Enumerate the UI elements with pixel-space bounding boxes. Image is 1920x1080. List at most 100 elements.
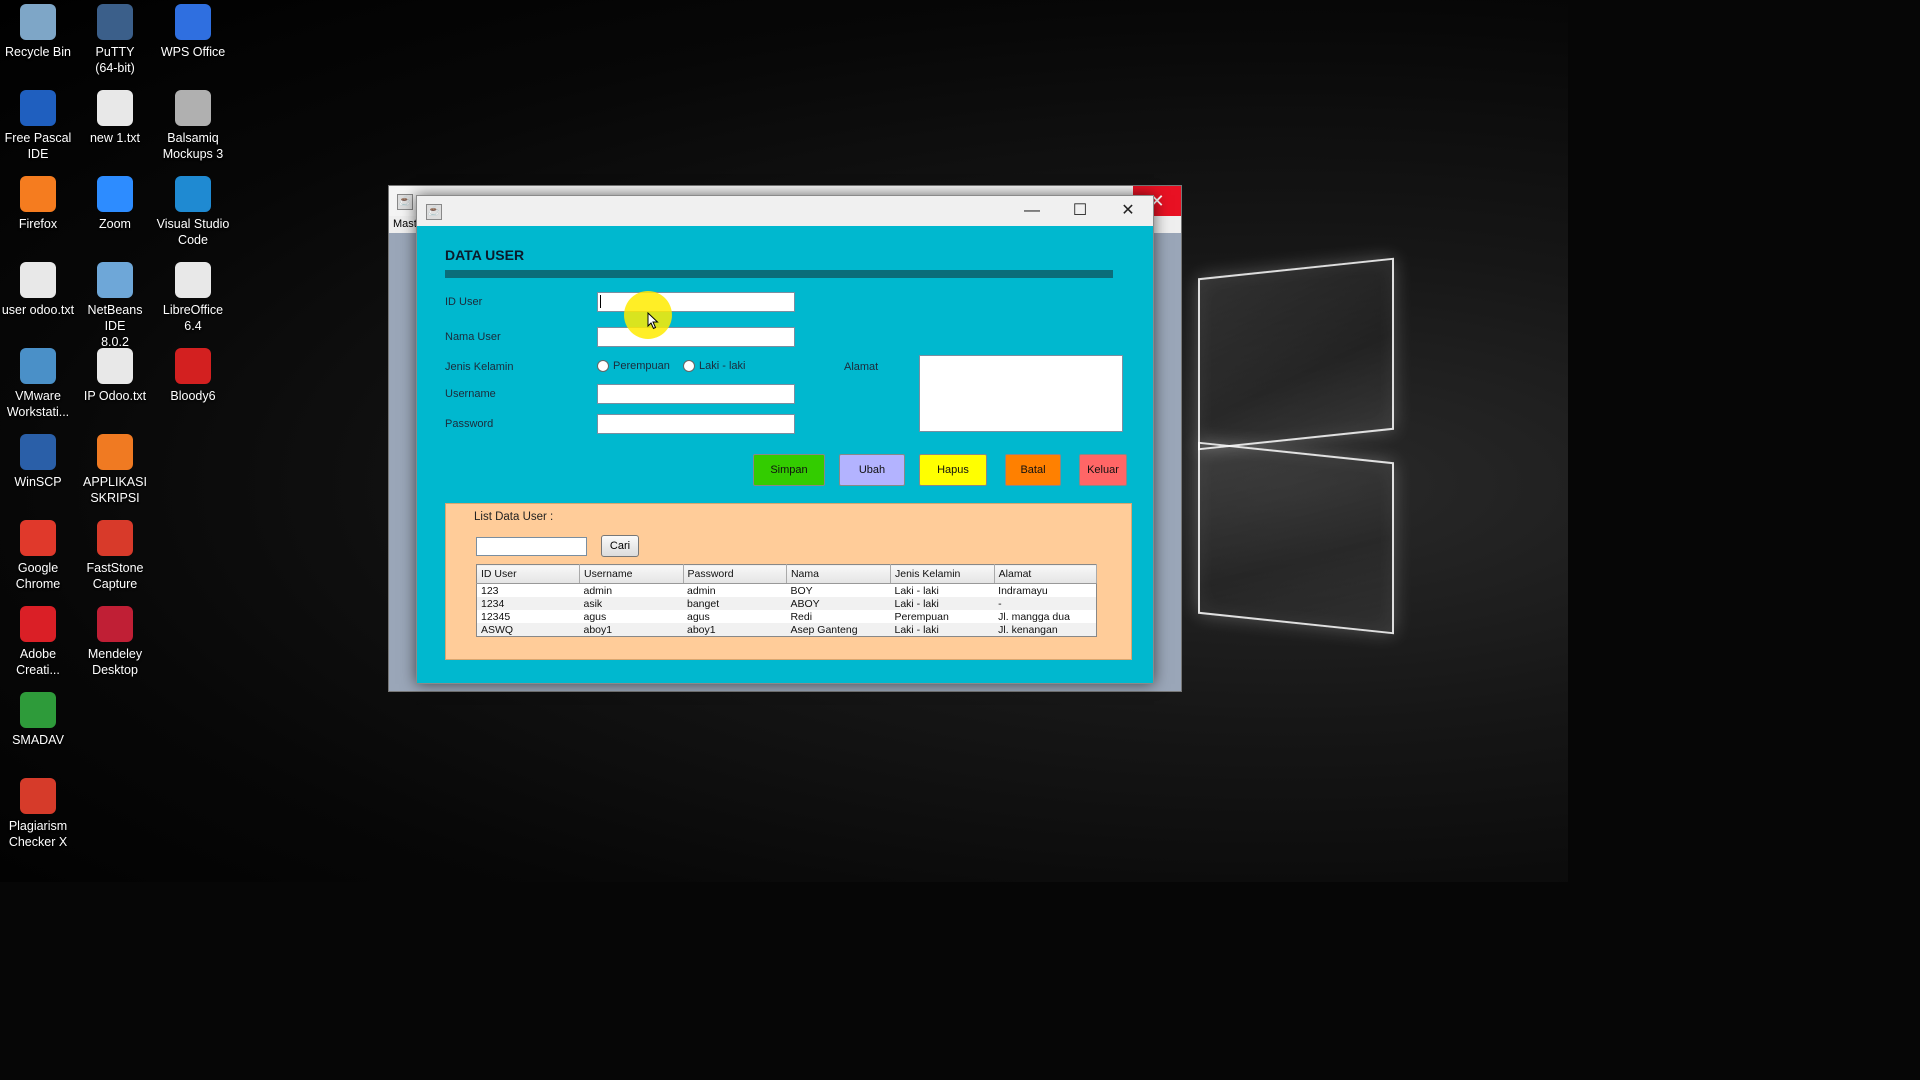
desktop-icon-label: SMADAV [12, 733, 64, 747]
table-row[interactable]: 1234 asik banget ABOY Laki - laki - [476, 597, 1097, 610]
table-cell: admin [583, 584, 613, 597]
radio-perempuan[interactable]: Perempuan [597, 360, 670, 372]
search-input[interactable] [476, 537, 587, 556]
list-data-user-panel: List Data User : Cari ID User Username Pas… [445, 503, 1132, 660]
window-titlebar[interactable]: ☕ — ☐ ✕ [417, 196, 1153, 226]
table-cell: BOY [790, 584, 813, 597]
putty-icon [97, 4, 133, 40]
alamat-label: Alamat [844, 361, 879, 373]
desktop-icon[interactable]: APPLIKASI SKRIPSI [76, 434, 154, 506]
desktop-icon-label: Mendeley Desktop [87, 647, 143, 677]
table-cell: Jl. mangga dua [998, 610, 1070, 623]
username-label: Username [445, 388, 496, 400]
password-input[interactable] [597, 414, 795, 434]
desktop-icon-label: Zoom [99, 217, 131, 231]
desktop-icon[interactable]: Adobe Creati... [0, 606, 77, 678]
desktop-icon-label: WinSCP [14, 475, 62, 489]
nama-user-input[interactable] [597, 327, 795, 347]
desktop-icon[interactable]: FastStone Capture [76, 520, 154, 592]
desktop-icon-label: FastStone Capture [86, 561, 144, 591]
username-input[interactable] [597, 384, 795, 404]
table-row[interactable]: ASWQ aboy1 aboy1 Asep Ganteng Laki - laki Jl.… [476, 623, 1097, 637]
desktop-icon[interactable]: Zoom [76, 176, 154, 232]
desktop-icon-label: PuTTY (64-bit) [95, 45, 135, 75]
keluar-button[interactable]: Keluar [1079, 454, 1127, 486]
desktop-icon[interactable]: IP Odoo.txt [76, 348, 154, 404]
id-user-label: ID User [445, 296, 483, 308]
column-header[interactable]: Nama [786, 564, 892, 584]
column-header[interactable]: Password [683, 564, 787, 584]
netbeans-icon [97, 262, 133, 298]
desktop-icon[interactable]: user odoo.txt [0, 262, 77, 318]
desktop-icon[interactable]: Firefox [0, 176, 77, 232]
desktop-icon[interactable]: WinSCP [0, 434, 77, 490]
desktop-icon-label: Bloody6 [170, 389, 216, 403]
radio-laki-label: Laki - laki [699, 360, 746, 372]
table-body: 123 admin admin BOY Laki - laki Indramayu 1234… [476, 584, 1097, 637]
desktop-icon[interactable]: VMware Workstati... [0, 348, 77, 420]
desktop-icon[interactable]: new 1.txt [76, 90, 154, 146]
menu-item-master[interactable]: Mast [393, 218, 417, 230]
maximize-button[interactable]: ☐ [1057, 196, 1103, 226]
faststone-icon [97, 520, 133, 556]
desktop-icon[interactable]: NetBeans IDE 8.0.2 [76, 262, 154, 350]
data-user-window[interactable]: ☕ — ☐ ✕ DATA USER ID User Nama User Jeni… [416, 195, 1154, 684]
plagiarism-checker-icon [20, 778, 56, 814]
desktop-icon[interactable]: PuTTY (64-bit) [76, 4, 154, 76]
logo-pane-bottom-left [1198, 441, 1394, 635]
firefox-icon [20, 176, 56, 212]
desktop-icon[interactable]: Google Chrome [0, 520, 77, 592]
table-cell: - [994, 597, 1097, 610]
column-header[interactable]: Jenis Kelamin [890, 564, 995, 584]
table-cell: 1234 [476, 597, 580, 610]
desktop-icon-label: Free Pascal IDE [4, 131, 72, 161]
desktop-icon-label: Plagiarism Checker X [8, 819, 68, 849]
jenis-kelamin-label: Jenis Kelamin [445, 361, 514, 373]
desktop-icon[interactable]: Free Pascal IDE [0, 90, 77, 162]
hapus-button[interactable]: Hapus [919, 454, 987, 486]
desktop-icon-label: new 1.txt [89, 131, 141, 145]
desktop-icon[interactable]: SMADAV [0, 692, 77, 748]
table-cell: admin [687, 584, 716, 597]
desktop-icon[interactable]: Balsamiq Mockups 3 [154, 90, 232, 162]
simpan-button[interactable]: Simpan [753, 454, 825, 486]
vmware-icon [20, 348, 56, 384]
ubah-button[interactable]: Ubah [839, 454, 905, 486]
table-cell: Laki - laki [890, 623, 995, 637]
alamat-textarea[interactable] [919, 355, 1123, 432]
chrome-icon [20, 520, 56, 556]
close-button[interactable]: ✕ [1105, 196, 1151, 226]
radio-perempuan-label: Perempuan [613, 360, 670, 372]
table-cell: banget [683, 597, 787, 610]
user-table[interactable]: ID User Username Password Nama Jenis Kelamin… [476, 564, 1098, 637]
desktop-icon-label: Recycle Bin [5, 45, 71, 59]
minimize-button[interactable]: — [1009, 196, 1055, 226]
desktop-icon-label: VMware Workstati... [6, 389, 70, 419]
cari-button[interactable]: Cari [601, 535, 639, 557]
radio-laki-laki[interactable]: Laki - laki [683, 360, 745, 372]
desktop-icon[interactable]: Bloody6 [154, 348, 232, 404]
desktop-icon-label: Visual Studio Code [156, 217, 230, 247]
desktop-icon-label: Adobe Creati... [16, 647, 60, 677]
table-row[interactable]: 123 admin admin BOY Laki - laki Indramayu [477, 584, 1097, 598]
table-cell: Jl. kenangan [994, 623, 1097, 637]
desktop-icon[interactable]: Recycle Bin [0, 4, 77, 60]
desktop-icon[interactable]: Plagiarism Checker X [0, 778, 77, 850]
desktop: Recycle Bin PuTTY (64-bit) WPS Office Free … [0, 0, 1568, 882]
column-header[interactable]: Alamat [994, 564, 1098, 584]
desktop-icon[interactable]: Mendeley Desktop [76, 606, 154, 678]
radio-circle-icon [683, 360, 695, 372]
column-header[interactable]: Username [579, 564, 684, 584]
desktop-icon[interactable]: Visual Studio Code [154, 176, 232, 248]
adobe-cc-icon [20, 606, 56, 642]
batal-button[interactable]: Batal [1005, 454, 1061, 486]
list-title: List Data User : [474, 511, 554, 523]
desktop-icon[interactable]: WPS Office [154, 4, 232, 60]
table-row[interactable]: 12345 agus agus Redi Perempuan Jl. mangga dua [477, 610, 1097, 623]
winscp-icon [20, 434, 56, 470]
table-cell: ABOY [786, 597, 891, 610]
table-cell: Redi [790, 610, 813, 623]
desktop-icon-label: NetBeans IDE 8.0.2 [87, 303, 143, 349]
desktop-icon[interactable]: LibreOffice 6.4 [154, 262, 232, 334]
column-header[interactable]: ID User [476, 564, 580, 584]
